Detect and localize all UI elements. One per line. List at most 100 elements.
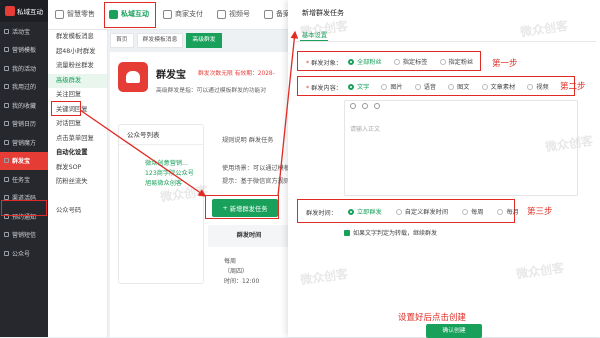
- send-time-radio[interactable]: 每周: [462, 207, 483, 216]
- reprint-checkbox-row[interactable]: 如果文字判定为转载，继续群发: [344, 228, 437, 237]
- radio-icon[interactable]: [497, 208, 504, 215]
- radio-icon[interactable]: [348, 83, 354, 90]
- radio-icon[interactable]: [393, 58, 400, 65]
- content-type-radio[interactable]: 文章素材: [481, 82, 515, 91]
- content-type-radio[interactable]: 视频: [527, 82, 549, 91]
- breadcrumb-tab[interactable]: 群发模板消息: [136, 33, 184, 48]
- sidebar-item-label: 我的活动: [12, 65, 37, 73]
- checkbox-checked-icon[interactable]: [344, 229, 350, 236]
- send-time-radio[interactable]: 每月: [497, 207, 519, 216]
- submenu-item[interactable]: 对话回复: [48, 117, 107, 132]
- rule-tabs[interactable]: 规则说明 群发任务: [222, 135, 273, 144]
- sidebar-item-label: 活动宝: [12, 28, 31, 36]
- menu-item-icon: [4, 176, 9, 182]
- audience-radio[interactable]: 指定粉丝: [439, 57, 474, 66]
- sidebar-item-label: 公众号: [12, 250, 31, 258]
- top-nav-tab-label: 智慧零售: [67, 10, 95, 18]
- top-nav-tab[interactable]: 商家支付: [156, 0, 210, 29]
- radio-icon[interactable]: [527, 83, 534, 90]
- content-label: * 群发内容：: [306, 85, 342, 92]
- radio-icon[interactable]: [462, 208, 469, 215]
- mini-program-icon[interactable]: [374, 103, 380, 109]
- send-time-radio[interactable]: 自定义群发时间: [395, 207, 448, 216]
- submenu-highlight-box: [51, 101, 81, 116]
- breadcrumb-tab[interactable]: 高级群发: [186, 33, 222, 48]
- menu-item-icon: [4, 139, 9, 145]
- sidebar-item[interactable]: 营销日历: [0, 115, 48, 134]
- main-sidebar: 私域互动 活动宝 营销模板 我的活动 我用过的 我的收藏 营销日历 营销魔方 群发宝 任务宝 渠道…: [0, 0, 48, 337]
- sidebar-item[interactable]: 我的活动: [0, 59, 48, 78]
- brand-name: 私域互动: [17, 8, 43, 16]
- row-frequency: 每周: [224, 258, 237, 265]
- sidebar-item[interactable]: 营销魔方: [0, 133, 48, 152]
- account-item[interactable]: 微众创意营销...: [119, 159, 203, 169]
- submenu-item[interactable]: 公众号码: [48, 204, 107, 219]
- audience-radio-label: 指定粉丝: [448, 59, 474, 66]
- official-rule-tip: 提示：基于微信官方规则: [222, 178, 291, 185]
- radio-icon[interactable]: [481, 83, 488, 90]
- menu-item-icon: [4, 102, 9, 108]
- content-type-radio-label: 图文: [457, 84, 470, 91]
- radio-icon[interactable]: [414, 83, 421, 90]
- sidebar-item[interactable]: 营销短信: [0, 226, 48, 245]
- step3-annotation: 第三步: [527, 207, 553, 217]
- content-type-radio[interactable]: 语音: [414, 82, 437, 91]
- audience-radio[interactable]: 指定标签: [393, 57, 428, 66]
- confirm-create-button[interactable]: 确认创建: [426, 324, 482, 338]
- content-type-radio-label: 视频: [536, 84, 549, 91]
- audience-radio-label: 全部粉丝: [357, 59, 382, 66]
- collapse-menu-button[interactable]: ‹: [0, 0, 3, 8]
- radio-icon[interactable]: [348, 208, 354, 215]
- top-nav-tab[interactable]: 智慧零售: [48, 0, 102, 29]
- top-nav-tab[interactable]: 视频号: [210, 0, 257, 29]
- breadcrumb-tab[interactable]: 首页: [110, 33, 134, 48]
- breadcrumb-tabs: 首页 群发模板消息 高级群发: [110, 33, 222, 49]
- radio-icon[interactable]: [348, 58, 354, 65]
- content-editor[interactable]: [344, 100, 578, 196]
- sidebar-item[interactable]: 公众号: [0, 244, 48, 263]
- task-card: 规则说明 群发任务 使用场景：可以通过模板 提示：基于微信官方规则: [208, 124, 290, 314]
- menu-item-icon: [4, 232, 9, 238]
- content-type-radio[interactable]: 文字: [348, 82, 369, 91]
- submenu-item[interactable]: 群发SOP: [48, 161, 107, 176]
- sidebar-item-label: 营销短信: [12, 232, 37, 240]
- radio-icon[interactable]: [381, 83, 388, 90]
- sidebar-item-label: 营销魔方: [12, 139, 37, 147]
- table-header-send-time: 群发时间: [208, 225, 290, 247]
- usage-scenario-text: 使用场景：可以通过模板: [222, 165, 291, 172]
- radio-icon[interactable]: [439, 58, 446, 65]
- submenu-item[interactable]: 高级群发: [48, 73, 107, 88]
- sidebar-item[interactable]: 我用过的: [0, 78, 48, 97]
- sidebar-item[interactable]: 我的收藏: [0, 96, 48, 115]
- row-day: （周四）: [224, 268, 249, 275]
- send-time-radio-label: 每月: [506, 209, 519, 216]
- link-icon[interactable]: [362, 103, 368, 109]
- content-type-radio-label: 语音: [423, 84, 437, 91]
- radio-icon[interactable]: [448, 83, 455, 90]
- radio-icon[interactable]: [395, 208, 402, 215]
- reprint-checkbox-label: 如果文字判定为转载，继续群发: [353, 230, 438, 237]
- content-type-radio[interactable]: 图文: [448, 82, 470, 91]
- nav-highlight-box: [104, 2, 156, 28]
- nav-tab-icon: [217, 9, 226, 19]
- submenu-item[interactable]: 超48小时群发: [48, 45, 107, 60]
- submenu-item[interactable]: [48, 190, 107, 205]
- account-item[interactable]: 123商学院公众号: [119, 169, 203, 179]
- emoji-icon[interactable]: [350, 103, 356, 109]
- submenu-item[interactable]: 点击菜单回复: [48, 132, 107, 147]
- sidebar-item[interactable]: 活动宝: [0, 22, 48, 41]
- sidebar-item[interactable]: 营销模板: [0, 41, 48, 60]
- sidebar-item[interactable]: 群发宝: [0, 151, 48, 170]
- sidebar-item[interactable]: 任务宝: [0, 170, 48, 189]
- submenu-item[interactable]: 流量粉丝群发: [48, 59, 107, 74]
- content-type-radio-label: 图片: [390, 84, 403, 91]
- send-time-radio[interactable]: 立即群发: [348, 207, 382, 216]
- submenu-item[interactable]: 群发模板消息: [48, 30, 107, 45]
- sidebar-brand[interactable]: 私域互动: [0, 0, 48, 22]
- editor-toolbar: [350, 103, 380, 109]
- content-type-radio[interactable]: 图片: [381, 82, 403, 91]
- submenu-item[interactable]: 防粉丝流失: [48, 175, 107, 190]
- menu-item-icon: [4, 250, 9, 256]
- audience-radio[interactable]: 全部粉丝: [348, 57, 382, 66]
- content-type-options: 文字 图片 语音 图文 文章素材 视频: [348, 82, 549, 91]
